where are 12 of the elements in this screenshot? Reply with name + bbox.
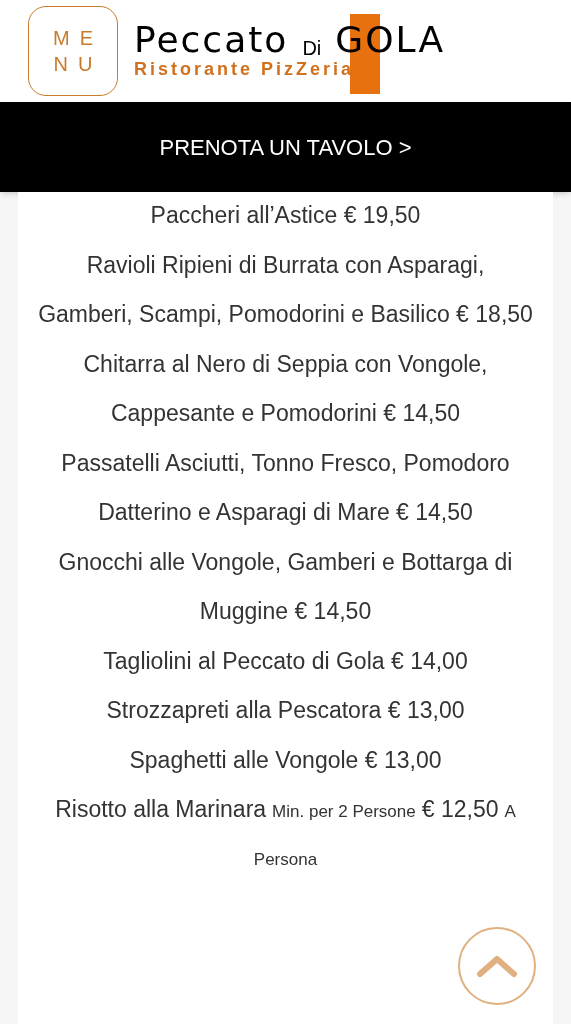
dish-item: Gnocchi alle Vongole, Gamberi e Bottarga di Muggine € 14,50 — [57, 547, 514, 626]
dish-item: Spaghetti alle Vongole € 13,00 — [129, 745, 442, 775]
dish-item: Passatelli Asciutti, Tonno Fresco, Pomodoro Datterino e Asparagi di Mare € 14,50 — [60, 448, 511, 527]
dish-item: Risotto alla Marinara Min. per 2 Persone € 12,50 A Persona — [54, 795, 517, 871]
logo-title: Peccato — [134, 22, 289, 58]
dish-item: Strozzapreti alla Pescatora € 13,00 — [106, 696, 465, 725]
dish-item: Paccheri all’Astice € 19,50 — [150, 201, 421, 230]
dish-item: Tagliolini al Peccato di Gola € 14,00 — [103, 646, 468, 676]
dish-item: Ravioli Ripieni di Burrata con Asparagi, Gamberi, Scampi, Pomodorini e Basilico € 18,50 — [38, 250, 533, 329]
booking-link[interactable]: PRENOTA UN TAVOLO > — [159, 130, 412, 164]
dish-item: Chitarra al Nero di Seppia con Vongole, Cappesante e Pomodorini € 14,50 — [82, 349, 489, 428]
logo-title: Di — [302, 38, 322, 58]
